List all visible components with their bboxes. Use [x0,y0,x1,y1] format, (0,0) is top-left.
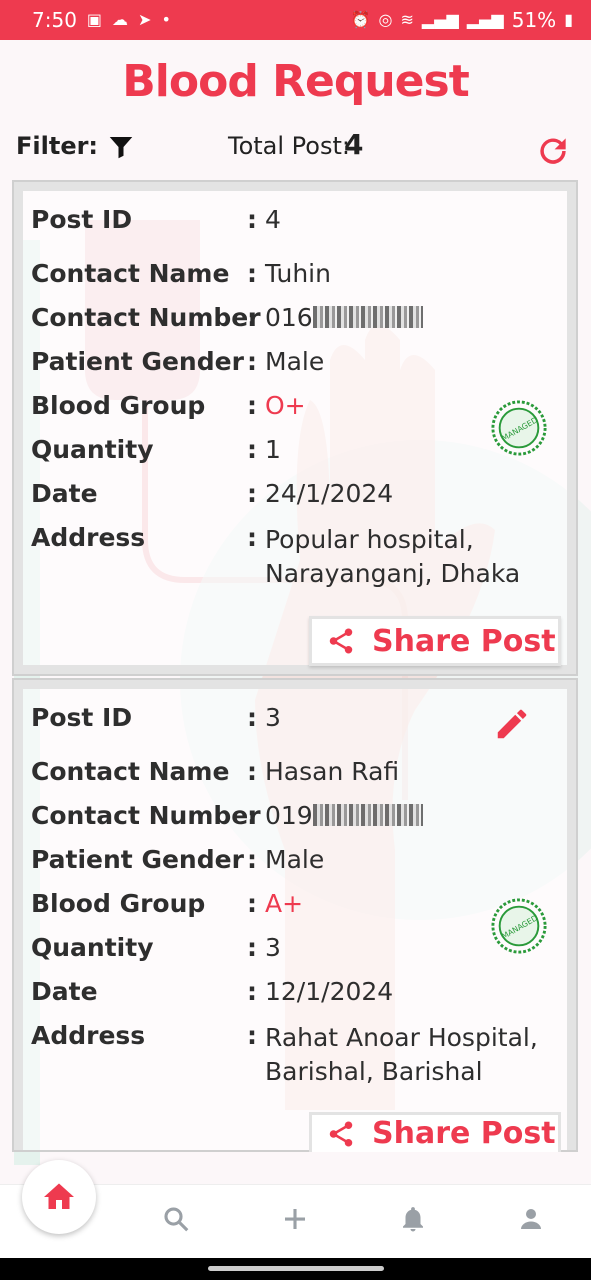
quantity-value: 3 [265,933,281,962]
address-label: Address [31,1021,146,1050]
gallery-icon: ▣ [86,10,103,29]
colon: : [247,703,257,732]
colon: : [247,845,257,874]
contact-name-value: Hasan Rafi [265,757,400,786]
blood-group-label: Blood Group [31,391,206,420]
battery-icon: ▮ [564,10,573,29]
colon: : [247,1021,257,1050]
refresh-icon[interactable] [534,132,572,170]
colon: : [247,435,257,464]
share-icon [329,1121,353,1146]
patient-gender-label: Patient Gender [31,845,244,874]
bell-icon[interactable] [398,1204,428,1234]
colon: : [247,523,257,552]
share-icon [329,628,353,654]
alarm-icon: ⏰ [350,10,371,29]
contact-name-value: Tuhin [265,259,331,288]
post-card: Post ID : 3 Contact Name : Hasan Rafi Co… [12,678,578,1152]
edit-icon[interactable] [493,705,531,743]
patient-gender-value: Male [265,347,325,376]
colon: : [247,259,257,288]
post-id-label: Post ID [31,205,133,234]
patient-gender-value: Male [265,845,325,874]
search-icon[interactable] [161,1204,191,1234]
post-id-value: 4 [265,205,281,234]
address-line1: Rahat Anoar Hospital, [265,1023,538,1052]
blood-group-label: Blood Group [31,889,206,918]
address-value: Popular hospital, Narayanganj, Dhaka [265,523,565,591]
colon: : [247,977,257,1006]
managed-stamp-icon: MANAGED [491,898,547,954]
dot-icon: • [161,10,171,29]
filter-label: Filter: [16,132,99,160]
contact-number-value[interactable]: 016 [265,303,423,332]
redacted-number [312,804,423,826]
contact-name-label: Contact Name [31,757,230,786]
date-label: Date [31,977,98,1006]
cloud-icon: ☁ [112,10,129,29]
filter-icon[interactable] [106,132,136,162]
date-value: 24/1/2024 [265,479,394,508]
post-card: Post ID : 4 Contact Name : Tuhin Contact… [12,180,578,676]
redacted-number [312,306,423,328]
colon: : [247,801,257,830]
date-label: Date [31,479,98,508]
managed-stamp-icon: MANAGED [491,400,547,456]
signal-icon: ▂▄▆ [421,10,459,29]
share-post-label: Share Post [372,1116,556,1151]
battery-percent: 51% [511,8,557,32]
total-post-label: Total Post: [228,132,350,160]
quantity-label: Quantity [31,933,154,962]
send-icon: ➤ [138,10,152,29]
colon: : [247,347,257,376]
wifi-icon: ≋ [400,10,414,29]
blood-group-value: A+ [265,889,304,918]
share-post-label: Share Post [372,623,556,659]
share-post-button[interactable]: Share Post [309,1112,561,1152]
toolbar: Filter: Total Post: 4 [16,128,576,168]
total-post-value: 4 [344,128,364,161]
contact-number-label: Contact Number [31,303,261,332]
profile-icon[interactable] [516,1204,546,1234]
colon: : [247,205,257,234]
date-value: 12/1/2024 [265,977,394,1006]
contact-name-label: Contact Name [31,259,230,288]
gesture-handle[interactable] [208,1266,384,1271]
patient-gender-label: Patient Gender [31,347,244,376]
post-id-value: 3 [265,703,281,732]
colon: : [247,933,257,962]
status-bar: 7:50 ▣ ☁ ➤ • ⏰ ◎ ≋ ▂▄▆ ▂▄▆ 51% ▮ [0,0,591,40]
home-icon [44,1183,74,1209]
signal2-icon: ▂▄▆ [466,10,504,29]
address-line2: Barishal, Barishal [265,1057,483,1086]
status-time: 7:50 [32,8,77,32]
blood-group-value: O+ [265,391,306,420]
gesture-bar [0,1258,591,1280]
colon: : [247,391,257,420]
contact-number-prefix: 019 [265,801,313,830]
colon: : [247,757,257,786]
contact-number-prefix: 016 [265,303,313,332]
colon: : [247,479,257,508]
quantity-label: Quantity [31,435,154,464]
page-title: Blood Request [122,56,470,107]
add-icon[interactable] [280,1204,310,1234]
contact-number-label: Contact Number [31,801,261,830]
contact-number-value[interactable]: 019 [265,801,423,830]
home-button[interactable] [22,1160,96,1234]
quantity-value: 1 [265,435,281,464]
colon: : [247,889,257,918]
share-post-button[interactable]: Share Post [309,616,561,666]
address-value: Rahat Anoar Hospital, Barishal, Barishal [265,1021,565,1089]
colon: : [247,303,257,332]
address-line1: Popular hospital, [265,525,474,554]
address-line2: Narayanganj, Dhaka [265,559,521,588]
address-label: Address [31,523,146,552]
post-id-label: Post ID [31,703,133,732]
hotspot-icon: ◎ [378,10,393,29]
